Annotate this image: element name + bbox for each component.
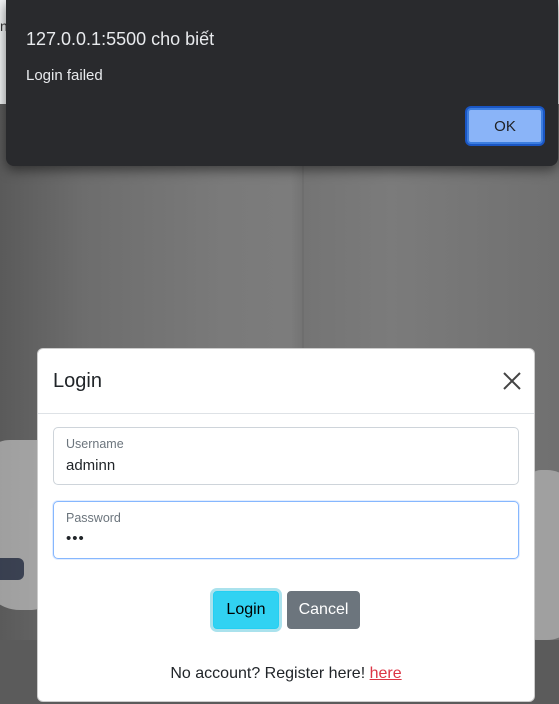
username-field[interactable]: Username adminn <box>53 427 519 485</box>
modal-header: Login <box>38 349 534 414</box>
register-prompt: No account? Register here! here <box>38 665 534 683</box>
password-label: Password <box>66 511 121 525</box>
alert-origin-text: 127.0.0.1:5500 cho biết <box>26 29 215 49</box>
login-button[interactable]: Login <box>213 591 279 629</box>
modal-title: Login <box>53 370 102 392</box>
register-link[interactable]: here <box>370 665 402 682</box>
close-icon[interactable] <box>498 367 526 395</box>
username-value: adminn <box>66 457 116 474</box>
username-label: Username <box>66 437 124 451</box>
alert-ok-button[interactable]: OK <box>467 108 543 144</box>
alert-message: Login failed <box>26 67 103 84</box>
login-modal: Login Username adminn Password ••• Login… <box>37 348 535 702</box>
password-value: ••• <box>66 530 85 547</box>
cancel-button[interactable]: Cancel <box>287 591 360 629</box>
register-text: No account? Register here! <box>170 665 370 682</box>
browser-alert-dialog: 127.0.0.1:5500 cho biết Login failed OK <box>6 0 558 166</box>
password-field[interactable]: Password ••• <box>53 501 519 559</box>
